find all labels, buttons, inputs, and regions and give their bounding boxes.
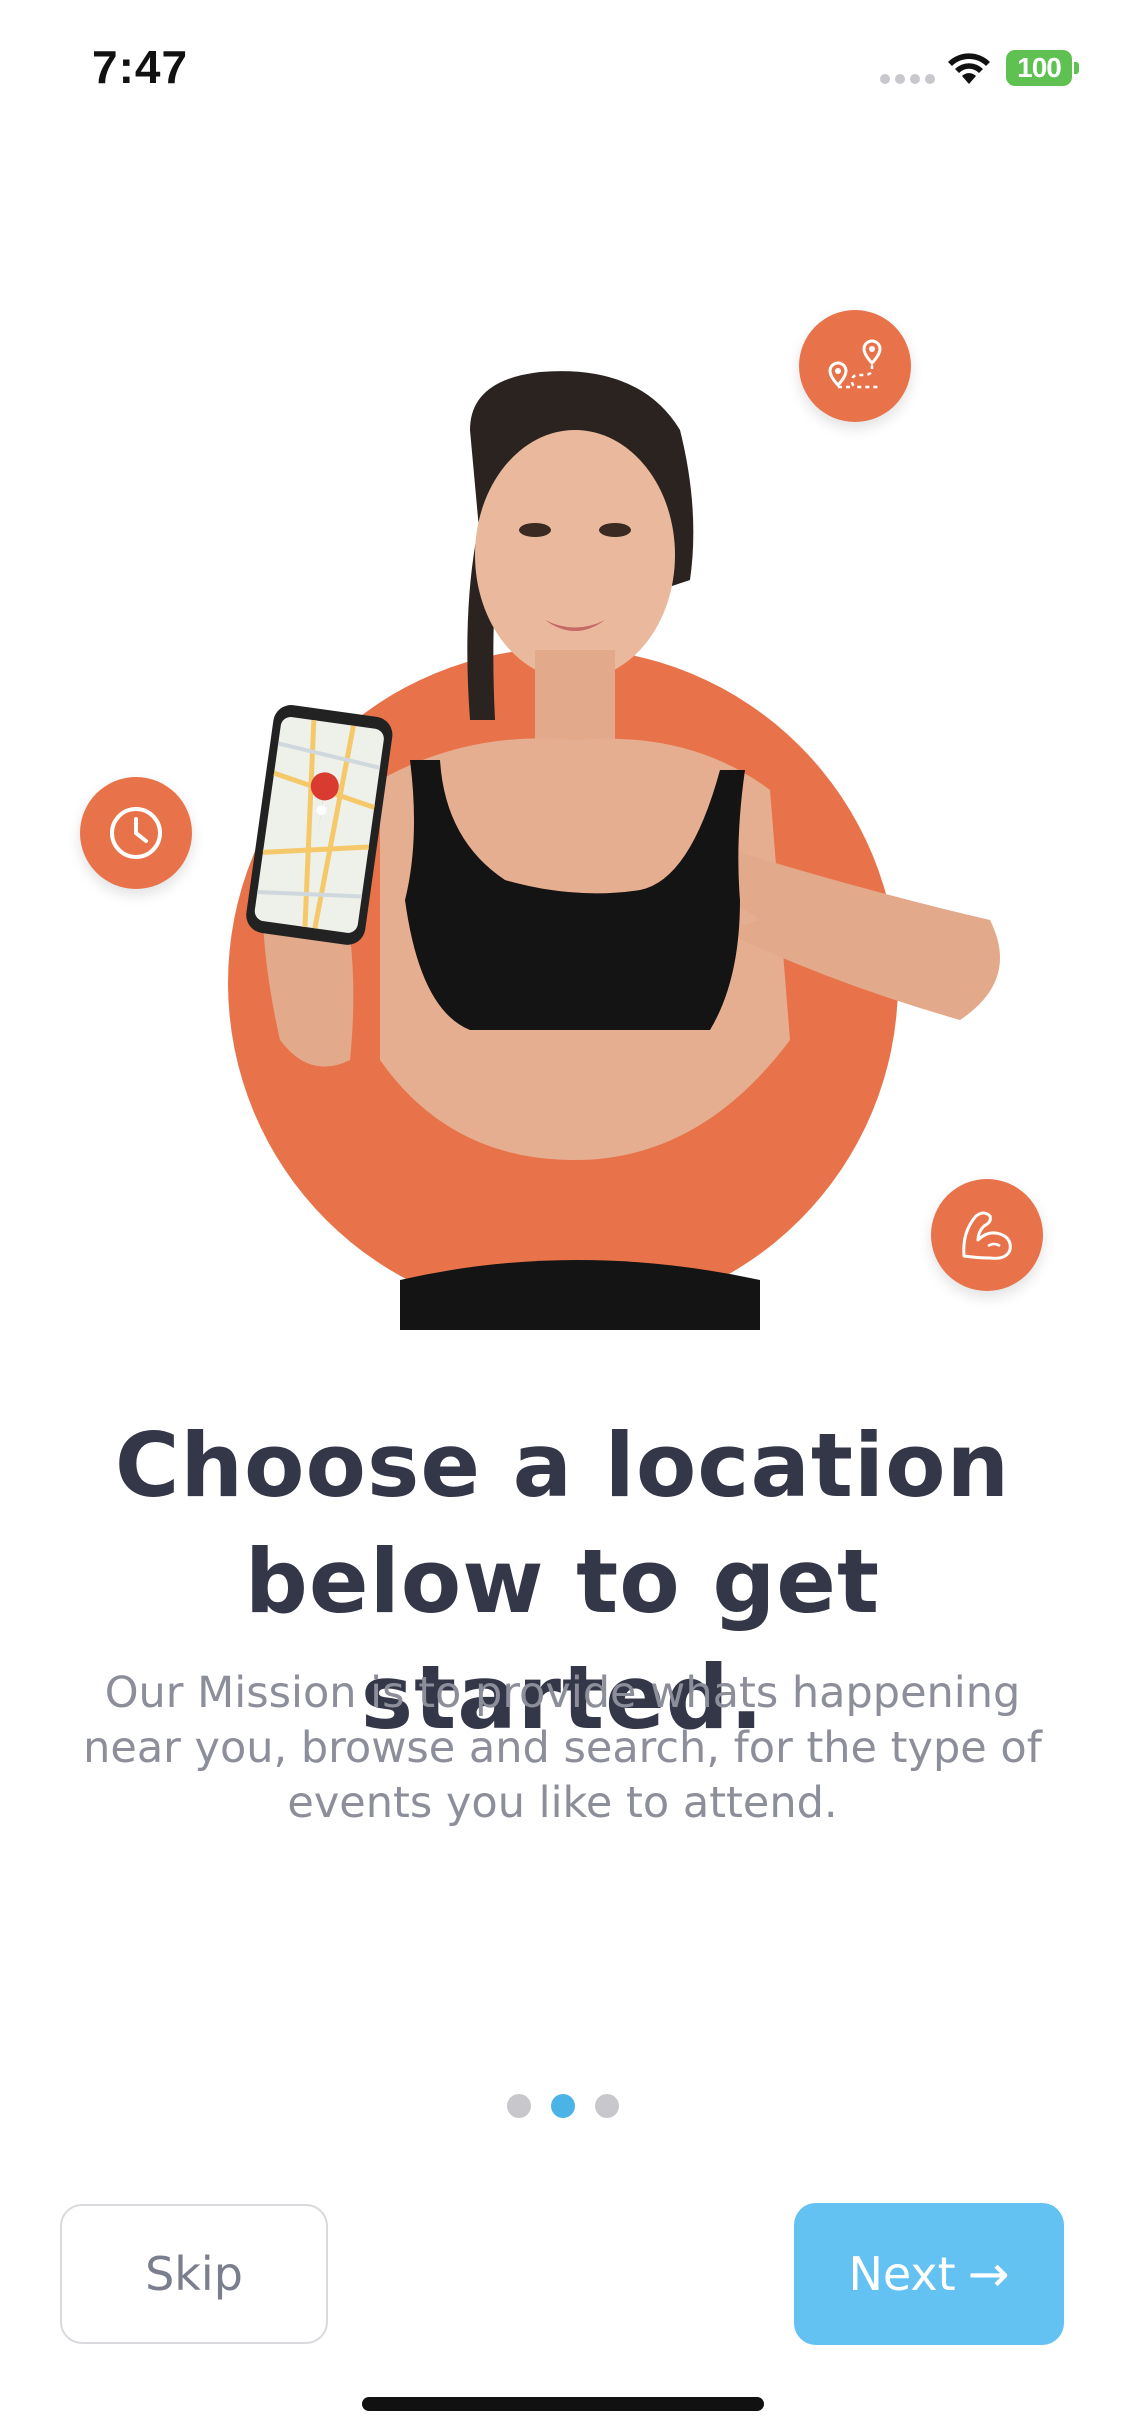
wifi-icon bbox=[948, 53, 990, 84]
status-time: 7:47 bbox=[92, 41, 189, 93]
skip-button[interactable]: Skip bbox=[60, 2204, 328, 2344]
home-indicator[interactable] bbox=[362, 2397, 764, 2411]
battery-nub bbox=[1074, 62, 1079, 74]
hero-illustration bbox=[0, 280, 1125, 1330]
next-button-label: Next bbox=[848, 2247, 956, 2301]
arrow-right-icon: → bbox=[967, 2245, 1010, 2303]
page-dot-1[interactable] bbox=[507, 2094, 531, 2118]
route-map-icon bbox=[799, 310, 911, 422]
status-bar: 7:47 100 bbox=[0, 0, 1125, 140]
clock-icon bbox=[80, 777, 192, 889]
cellular-signal-icon bbox=[880, 74, 936, 84]
flexed-arm-icon bbox=[931, 1179, 1043, 1291]
battery-indicator: 100 bbox=[1006, 50, 1072, 86]
page-indicator bbox=[507, 2094, 619, 2118]
page-dot-3[interactable] bbox=[595, 2094, 619, 2118]
onboarding-description: Our Mission is to provide whats happenin… bbox=[83, 1668, 1042, 1828]
next-button[interactable]: Next → bbox=[794, 2203, 1064, 2345]
page-dot-2-active[interactable] bbox=[551, 2094, 575, 2118]
